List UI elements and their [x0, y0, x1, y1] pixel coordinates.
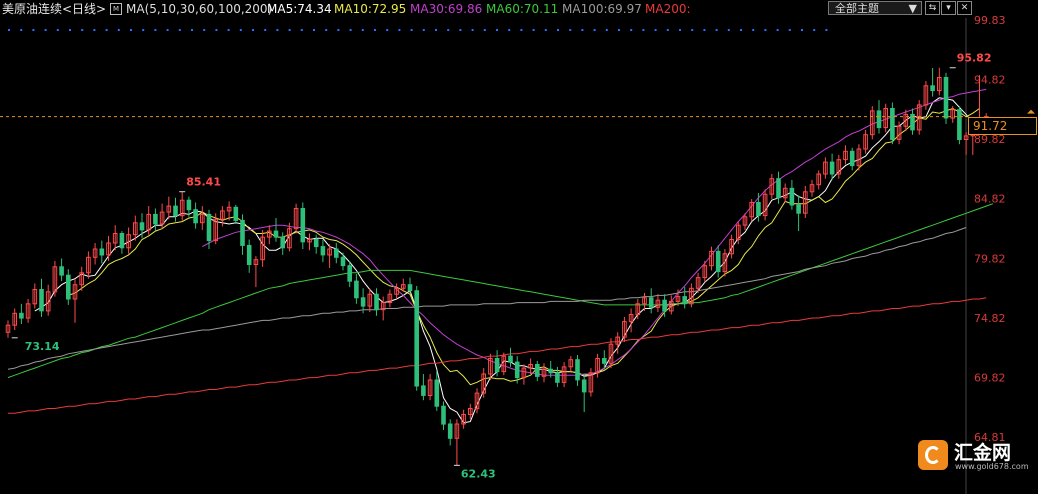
- candle-body: [193, 209, 198, 224]
- candle-body: [99, 248, 105, 256]
- candle-body: [39, 289, 44, 312]
- candle-body: [320, 246, 326, 256]
- theme-select[interactable]: 全部主题 ▼: [828, 1, 922, 15]
- candle-body: [300, 208, 306, 243]
- candle-body: [186, 199, 192, 211]
- ma10-value: MA10:72.95: [334, 2, 407, 16]
- candle-body: [240, 219, 245, 246]
- ma200-value: MA200:: [645, 2, 691, 16]
- candle-body: [354, 280, 359, 299]
- price-arrow-icon: [1027, 109, 1035, 114]
- brand-name: 汇金网: [954, 442, 1012, 464]
- ma30-value: MA30:69.86: [410, 2, 483, 16]
- period-label[interactable]: <日线>: [62, 0, 106, 18]
- candle-body: [414, 290, 419, 387]
- instrument-name: 美原油连续: [2, 2, 63, 16]
- candle-body: [313, 239, 319, 248]
- candle-body: [575, 359, 580, 381]
- candle-body: [682, 296, 688, 305]
- ma5-value: MA5:74.34: [267, 2, 332, 16]
- current-price-tag: 91.72: [968, 117, 1037, 135]
- candle-body: [957, 109, 962, 140]
- candle-body: [662, 299, 667, 312]
- theme-select-label: 全部主题: [835, 2, 879, 15]
- candle-body: [421, 385, 426, 396]
- candle-body: [756, 202, 761, 217]
- candle-body: [19, 312, 24, 319]
- ma100-line: [7, 227, 967, 370]
- candle-body: [246, 244, 252, 265]
- candle-body: [930, 85, 935, 92]
- candle-body: [441, 405, 446, 425]
- candle-body: [508, 355, 513, 363]
- candle-body: [876, 110, 882, 129]
- candle-body: [447, 423, 453, 439]
- y-tick-label: 94.82: [974, 74, 1006, 87]
- extreme-label: 62.43: [461, 467, 496, 480]
- brand-site: www.gold678.com: [955, 462, 1029, 471]
- close-icon[interactable]: ✕: [957, 1, 972, 15]
- candle-body: [206, 213, 212, 242]
- candle-body: [514, 361, 520, 379]
- candle-body: [829, 161, 835, 175]
- candle-body: [233, 206, 239, 221]
- candle-body: [66, 274, 71, 300]
- candlestick-chart[interactable]: 99.8394.8289.8284.8279.8274.8269.8264.81…: [0, 0, 1038, 494]
- ma-param-label[interactable]: MA(5,10,30,60,100,200): [126, 0, 272, 18]
- chevron-down-icon: ▼: [908, 2, 917, 15]
- candle-body: [153, 213, 158, 225]
- minimize-icon[interactable]: ▾: [941, 1, 956, 15]
- y-tick-label: 74.82: [974, 312, 1006, 325]
- y-tick-label: 89.82: [974, 133, 1006, 146]
- candle-body: [334, 248, 339, 258]
- extreme-label: 85.41: [186, 176, 221, 189]
- brand-logo: 汇金网 www.gold678.com: [918, 438, 1029, 474]
- candle-body: [494, 358, 500, 373]
- candle-body: [139, 222, 145, 231]
- ma10-line: [68, 107, 980, 386]
- candle-body: [776, 178, 781, 199]
- y-tick-label: 69.82: [974, 371, 1006, 384]
- candle-body: [648, 297, 654, 308]
- candle-body: [535, 364, 540, 377]
- candle-body: [581, 379, 587, 393]
- y-tick-label: 79.82: [974, 252, 1006, 265]
- ma30-line: [202, 88, 987, 376]
- candle-body: [548, 368, 554, 374]
- ma5-line: [34, 97, 980, 424]
- candle-body: [943, 77, 949, 119]
- candle-body: [796, 204, 801, 214]
- indicator-icon[interactable]: M: [110, 3, 122, 15]
- candle-body: [789, 187, 795, 206]
- candle-body: [374, 293, 379, 311]
- candle-body: [602, 358, 607, 364]
- candle-body: [59, 266, 64, 276]
- candle-body: [360, 297, 366, 307]
- ma60-value: MA60:70.11: [486, 2, 559, 16]
- candle-body: [407, 284, 413, 292]
- candle-body: [890, 108, 895, 140]
- candle-body: [347, 265, 352, 282]
- brand-icon: [918, 440, 948, 470]
- ma100-value: MA100:69.97: [562, 2, 642, 16]
- candle-body: [280, 236, 285, 249]
- candle-body: [555, 372, 560, 383]
- extreme-label: 95.82: [957, 52, 992, 65]
- candle-body: [715, 250, 721, 273]
- candle-body: [173, 205, 178, 217]
- candle-body: [434, 379, 440, 407]
- candle-body: [849, 150, 855, 167]
- candle-body: [273, 230, 279, 238]
- y-tick-label: 84.82: [974, 193, 1006, 206]
- extreme-label: 73.14: [25, 340, 60, 353]
- restore-icon[interactable]: ⇆: [925, 1, 940, 15]
- candle-body: [340, 256, 346, 267]
- candle-body: [119, 233, 125, 249]
